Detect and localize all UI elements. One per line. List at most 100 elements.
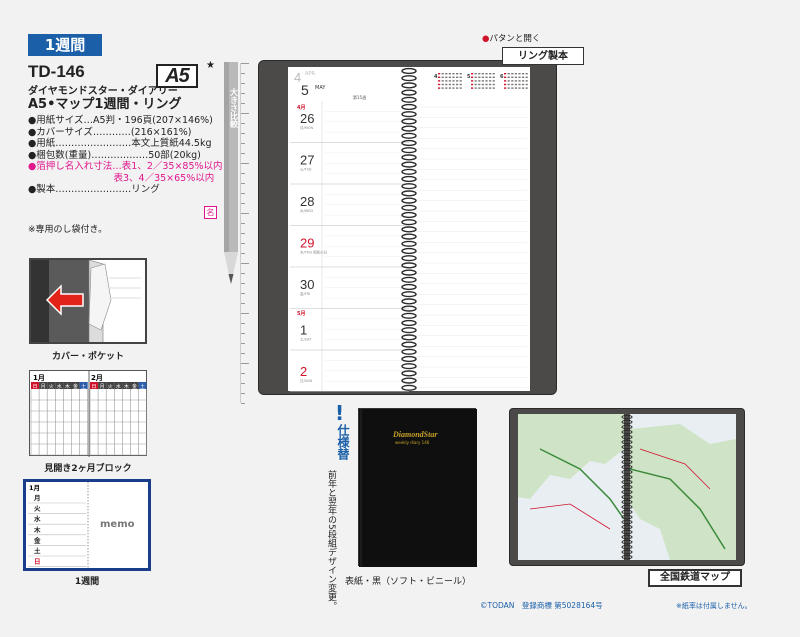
mini-calendar-date [456,73,459,75]
weekly-block-illustration: 1月 memo 月火水木金土日 [23,479,151,571]
mini-calendar-date [504,87,507,89]
mini-calendar-date [438,80,441,82]
ruler-tick [241,133,245,134]
mini-calendar-date [438,73,441,75]
mini-calendar-date [448,73,451,75]
ruler-tick [241,113,249,114]
mini-calendar-date [514,76,517,78]
weekly-day-label: 日 [34,558,41,566]
mini-calendar-date [471,76,474,78]
weekday-label: 金 [73,383,78,390]
planner-day-number: 28 [300,194,314,209]
planner-day-sub: 土/SAT [300,337,312,342]
mini-calendar-date [507,87,510,89]
ruler-tick [241,383,245,384]
ruler-tick [241,183,245,184]
mini-calendar-date [511,83,514,86]
weekday-label: 日 [33,384,38,390]
mini-calendar-date [511,73,514,75]
variant-description: 前年と翌年の5段組デザイン変更。 [326,470,336,611]
product-name: A5•マップ1週間・リング [28,97,182,112]
weekday-label: 土 [140,383,145,390]
weekday-label: 水 [57,383,62,390]
ruler-tick [241,203,245,204]
planner-day-number: 27 [300,153,314,168]
mini-calendar-date [492,87,495,89]
section-tag: 1週間 [28,34,102,56]
ruler-tick [241,143,245,144]
mini-calendar-date [511,80,514,82]
planner-day-number: 29 [300,236,314,251]
open-planner: 4 APR. 5 MAY 第15週 4月 5月 26 月/MON 27 火/TUE 28… [258,60,557,395]
mini-calendar-date [522,76,525,78]
weekly-day-label: 金 [33,535,41,544]
mini-calendar-date [522,87,525,89]
ruler-tick [241,283,245,284]
weekday-label: 火 [108,384,113,390]
mini-calendar-month: 5 [467,74,471,80]
mini-calendar-date [504,83,507,86]
mini-calendar-date [489,73,492,75]
weekday-label: 月 [100,384,105,390]
spec-line: ●カバーサイズ…………(216×161%) [28,126,192,138]
planner-day-sub: 金/FRI [300,291,310,296]
planner-day-sub: 日/SUN [300,379,312,383]
mini-calendar-date [478,80,481,82]
mini-calendar-date [474,76,477,78]
header-month-en: APR. [305,71,317,77]
mini-calendar-date [522,83,525,86]
mini-calendar-date [481,87,484,89]
month-tag-may: 5月 [297,310,305,317]
note-text: ※専用のし袋付き。 [28,225,108,235]
mini-calendar-date [492,76,495,78]
ruler [240,63,256,404]
mini-calendar-date [452,76,455,78]
mini-calendar-date [489,83,492,86]
mini-calendar-date [518,73,521,75]
mini-calendar-date [485,80,488,82]
mini-calendar-date [448,83,451,86]
mini-calendar-date [474,87,477,89]
mini-calendar-date [471,83,474,86]
black-cover-book: DiamondStar weekly diary 146 [358,408,477,567]
mini-calendar-date [452,73,455,75]
cover-sub: weekly diary 146 [395,440,430,445]
mini-calendar-date [445,83,448,86]
ruler-tick [241,323,245,324]
mini-calendar-date [441,87,444,89]
mini-calendar-month: 6 [500,74,504,80]
mini-calendar-date [522,73,525,75]
month-tag-apr: 4月 [297,104,305,111]
mini-calendar-date [485,76,488,78]
mini-calendar-date [445,76,448,78]
mini-calendar-date [445,80,448,82]
mini-calendar-date [459,73,462,75]
header-week: 第15週 [353,94,366,100]
mini-calendar-date [518,87,521,89]
mini-calendar-date [478,83,481,86]
mini-calendar-date [459,83,462,86]
mini-calendar-date [522,80,525,82]
ring-binding-label: リング製本 [502,47,584,65]
mini-calendar-date [448,76,451,78]
spec-line-imprint: 表3、4／35×65%以内 [28,172,215,184]
pencil-icon: 大きさ比較 [224,62,239,284]
planner-day-sub: 月/MON [300,125,313,130]
mini-calendar-date [456,80,459,82]
mini-calendar-date [525,80,528,82]
memo-label: memo [100,519,135,530]
pencil-label: 大きさ比較 [229,87,239,129]
weekday-label: 月 [41,384,46,390]
planner-day-number: 26 [300,111,314,126]
mini-calendar-date [489,76,492,78]
mini-calendar-date [471,80,474,82]
mini-calendar-date [514,80,517,82]
mini-calendar-date [459,80,462,82]
mini-calendar-date [452,80,455,82]
planner-day-number: 2 [300,364,307,379]
weekday-label: 日 [92,384,97,390]
mini-calendar-date [438,83,441,86]
ruler-tick [241,73,245,74]
mini-calendar-date [478,87,481,89]
ruler-tick [241,313,249,314]
